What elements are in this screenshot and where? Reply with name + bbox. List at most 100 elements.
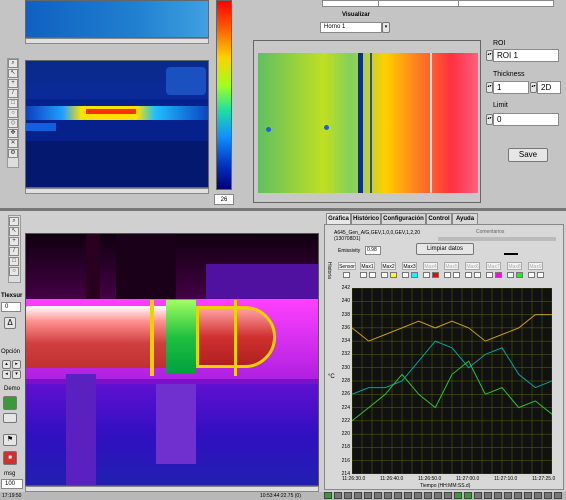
settings-tool-icon[interactable]: ⚙ — [8, 149, 18, 158]
pointer-icon[interactable]: ↖ — [8, 69, 18, 78]
thickness-mode-select[interactable]: 2D — [537, 81, 561, 94]
marker-checkbox-max9[interactable] — [528, 272, 535, 278]
status-toolbar-button[interactable] — [374, 492, 382, 499]
marker-checkbox-max3[interactable] — [402, 272, 409, 278]
erase-tool-icon[interactable]: ✕ — [8, 139, 18, 148]
tab-configuracion[interactable]: Configuración — [381, 213, 426, 224]
crosshair-icon[interactable]: + — [8, 79, 18, 88]
scrollbar-middle-view[interactable] — [25, 188, 209, 194]
color-scale-min[interactable]: 26 — [214, 194, 234, 205]
status-toolbar-button[interactable] — [394, 492, 402, 499]
arrow-left-button[interactable]: ◂ — [2, 370, 11, 379]
roi-thermal-image[interactable] — [253, 40, 481, 203]
scrollbar-top-view[interactable] — [25, 38, 209, 44]
crosshair-icon[interactable]: + — [9, 237, 19, 246]
thickness-stepper[interactable]: ▴▾ — [486, 82, 493, 93]
ellipse-tool-icon[interactable]: ○ — [8, 109, 18, 118]
comentarios-field[interactable] — [438, 237, 556, 241]
stop-button[interactable]: ■ — [3, 451, 17, 465]
demo-toggle-button[interactable] — [3, 396, 17, 410]
status-toolbar-button[interactable] — [444, 492, 452, 499]
marker-checkbox-max8[interactable] — [507, 272, 514, 278]
status-toolbar-button[interactable] — [514, 492, 522, 499]
rect-tool-icon[interactable]: □ — [8, 99, 18, 108]
x-tick-label: 11:27:10.0 — [494, 476, 518, 482]
clear-data-button[interactable]: Limpiar datos — [416, 243, 474, 255]
marker-checkbox-max7[interactable] — [486, 272, 493, 278]
visualizar-dropdown-button[interactable]: ▾ — [382, 22, 390, 33]
status-toolbar-button[interactable] — [324, 492, 332, 499]
marker-checkbox-max1[interactable] — [360, 272, 367, 278]
status-toolbar-button[interactable] — [534, 492, 542, 499]
status-toolbar-button[interactable] — [544, 492, 552, 499]
status-toolbar-button[interactable] — [454, 492, 462, 499]
temperature-line-chart[interactable] — [352, 288, 552, 474]
arrow-up-button[interactable]: ▴ — [2, 360, 11, 369]
status-toolbar-button[interactable] — [494, 492, 502, 499]
delta-button[interactable]: Δ — [4, 317, 16, 329]
status-toolbar-button[interactable] — [334, 492, 342, 499]
ellipse-tool-icon[interactable]: ○ — [9, 267, 19, 276]
status-toolbar-button[interactable] — [344, 492, 352, 499]
tab-ayuda[interactable]: Ayuda — [452, 213, 478, 224]
visualizar-select[interactable]: Horno 1 — [320, 22, 382, 33]
status-toolbar-button[interactable] — [424, 492, 432, 499]
status-toolbar-button[interactable] — [504, 492, 512, 499]
marker-checkbox-max4[interactable] — [423, 272, 430, 278]
limit-stepper[interactable]: ▴▾ — [486, 114, 493, 125]
table-column-divider — [458, 0, 459, 7]
status-toolbar-button[interactable] — [484, 492, 492, 499]
zoom-icon[interactable]: ⌕ — [8, 59, 18, 68]
marker-color-swatch-max7 — [495, 272, 502, 278]
marker-checkbox-max5[interactable] — [444, 272, 451, 278]
roi-stepper[interactable]: ▴▾ — [486, 50, 493, 61]
marker-checkbox-max6[interactable] — [465, 272, 472, 278]
roi-select[interactable]: ROI 1 — [493, 49, 559, 62]
marker-color-swatch-max3 — [411, 272, 418, 278]
arrow-right-button[interactable]: ▸ — [12, 360, 21, 369]
tab-historico[interactable]: Histórico — [351, 213, 381, 224]
status-toolbar-button[interactable] — [384, 492, 392, 499]
x-tick-label: 11:26:30.0 — [342, 476, 366, 482]
data-table-fragment — [322, 0, 554, 7]
line-tool-icon[interactable]: / — [8, 89, 18, 98]
status-toolbar-button[interactable] — [354, 492, 362, 499]
polygon-tool-icon[interactable]: ◇ — [8, 119, 18, 128]
thickness-mode-stepper[interactable]: ▴▾ — [530, 82, 537, 93]
sensor-checkbox[interactable] — [343, 272, 350, 278]
tab-control[interactable]: Control — [426, 213, 452, 224]
main-thermal-image[interactable] — [25, 233, 319, 486]
save-button[interactable]: Save — [508, 148, 548, 162]
pointer-icon[interactable]: ↖ — [9, 227, 19, 236]
emissivity-input[interactable]: 0.98 — [365, 246, 381, 255]
arrow-down-button[interactable]: ▾ — [12, 370, 21, 379]
y-tick-label: 236 — [341, 324, 350, 331]
demo-secondary-button[interactable] — [3, 413, 17, 423]
thermal-view-middle[interactable] — [25, 60, 209, 188]
tlexsur-value[interactable]: 0 — [1, 302, 21, 312]
msg-value[interactable]: 100 — [1, 479, 23, 489]
status-toolbar-button[interactable] — [554, 492, 562, 499]
limit-input[interactable]: 0 — [493, 113, 559, 126]
status-toolbar-button[interactable] — [524, 492, 532, 499]
line-tool-icon[interactable]: / — [9, 247, 19, 256]
flag-button[interactable]: ⚑ — [3, 434, 17, 446]
status-toolbar-button[interactable] — [434, 492, 442, 499]
marker-color-swatch-max2 — [390, 272, 397, 278]
thermal-view-top[interactable] — [25, 0, 209, 38]
marker-checkbox-max2[interactable] — [381, 272, 388, 278]
status-toolbar-button[interactable] — [404, 492, 412, 499]
historic-label: Historia — [326, 262, 332, 279]
status-toolbar-button[interactable] — [474, 492, 482, 499]
y-tick-label: 238 — [341, 311, 350, 318]
status-toolbar-button[interactable] — [414, 492, 422, 499]
zoom-icon[interactable]: ⌕ — [9, 217, 19, 226]
y-tick-label: 230 — [341, 364, 350, 371]
status-toolbar-button[interactable] — [464, 492, 472, 499]
tab-grafica[interactable]: Gráfica — [326, 213, 351, 224]
status-toolbar-button[interactable] — [364, 492, 372, 499]
x-tick-label: 11:27:00.0 — [456, 476, 480, 482]
pan-tool-icon[interactable]: ✥ — [8, 129, 18, 138]
rect-tool-icon[interactable]: □ — [9, 257, 19, 266]
thickness-input[interactable]: 1 — [493, 81, 529, 94]
